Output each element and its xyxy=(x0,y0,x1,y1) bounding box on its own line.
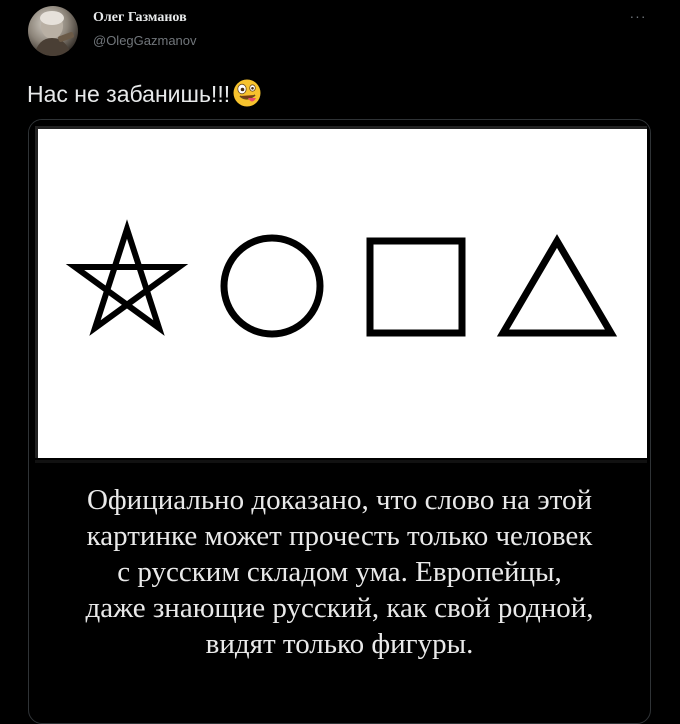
shapes-row xyxy=(65,219,618,338)
image-top-area xyxy=(29,120,650,464)
author-name[interactable]: Олег Газманов xyxy=(93,10,187,26)
tweet-image[interactable]: Официально доказано, что слово на этой к… xyxy=(28,119,651,724)
caption-line: с русским складом ума. Европейцы, xyxy=(117,556,562,588)
more-options-button[interactable]: ··· xyxy=(626,8,650,28)
caption-line: видят только фигуры. xyxy=(205,628,474,660)
tweet: Олег Газманов @OlegGazmanov ··· Нас не з… xyxy=(0,0,680,724)
caption-line: Официально доказано, что слово на этой xyxy=(86,484,593,516)
zany-face-emoji-icon xyxy=(232,78,262,114)
tweet-text: Нас не забанишь!!! xyxy=(27,78,262,114)
square-icon xyxy=(366,237,466,337)
pentagram-icon xyxy=(65,219,189,336)
author-handle[interactable]: @OlegGazmanov xyxy=(93,33,197,48)
caption-line: картинке может прочесть только человек xyxy=(86,520,593,552)
tweet-text-content: Нас не забанишь!!! xyxy=(27,81,231,108)
avatar-photo xyxy=(34,11,74,56)
caption-line: даже знающие русский, как свой родной, xyxy=(85,592,594,624)
avatar[interactable] xyxy=(28,6,78,56)
circle-icon xyxy=(220,234,324,338)
image-caption: Официально доказано, что слово на этой к… xyxy=(29,482,650,662)
triangle-icon xyxy=(496,234,618,337)
